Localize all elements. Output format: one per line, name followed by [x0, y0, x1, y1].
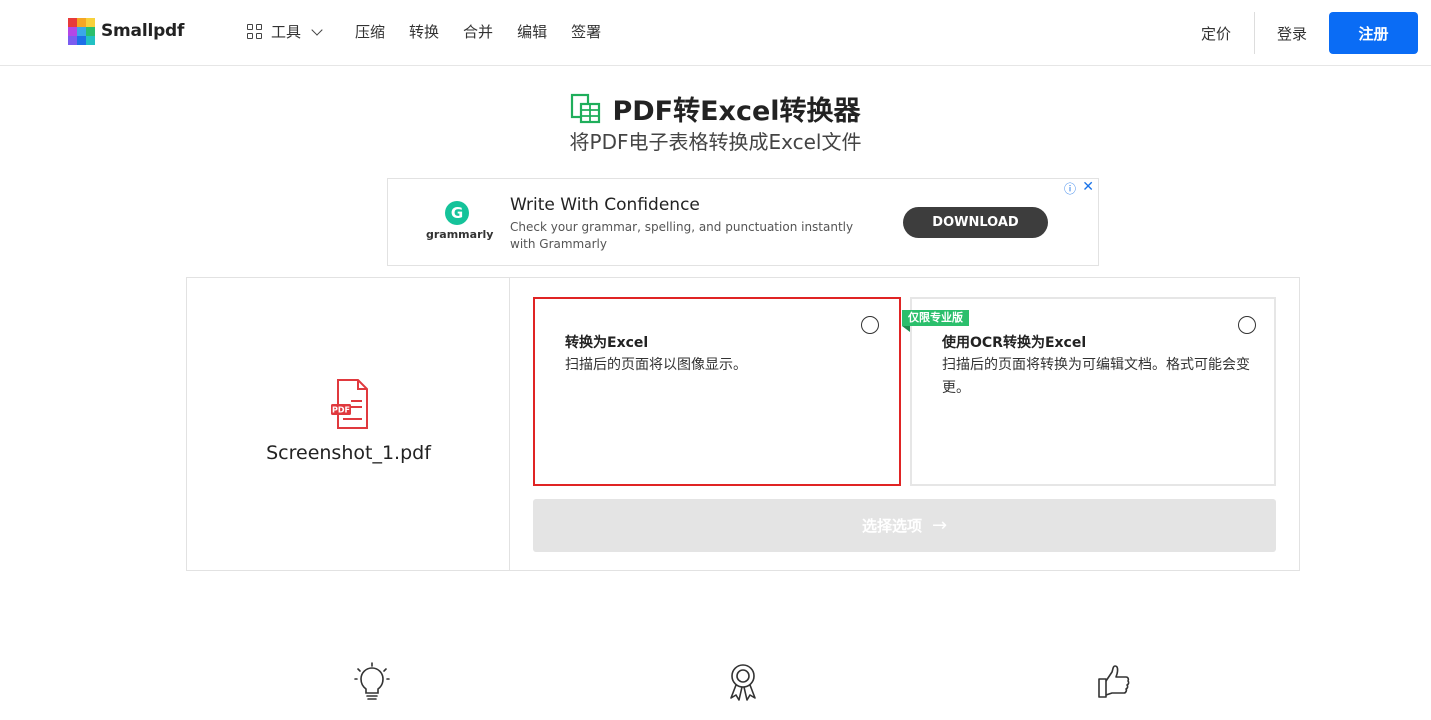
page-heading: PDF转Excel转换器 — [0, 89, 1431, 128]
nav-sign[interactable]: 签署 — [571, 21, 601, 42]
ad-text: Check your grammar, spelling, and punctu… — [510, 220, 854, 251]
tools-menu[interactable]: 工具 — [247, 21, 323, 42]
smallpdf-logo[interactable]: Smallpdf — [68, 17, 184, 45]
grammarly-g-icon: G — [445, 201, 469, 225]
option-convert-excel[interactable]: 转换为Excel 扫描后的页面将以图像显示。 — [533, 297, 901, 486]
chevron-down-icon — [311, 23, 323, 36]
thumbs-up-icon — [1098, 665, 1130, 698]
ad-info-icon[interactable]: ⓘ — [1064, 180, 1076, 197]
main-nav: 工具 压缩 转换 合并 编辑 签署 — [247, 21, 625, 42]
logo-mark-icon — [68, 17, 95, 45]
ad-close-icon[interactable]: ✕ — [1082, 179, 1094, 195]
option-ocr-excel[interactable]: 仅限专业版 使用OCR转换为Excel 扫描后的页面将转换为可编辑文档。格式可能… — [902, 297, 1276, 486]
file-name: Screenshot_1.pdf — [266, 442, 431, 464]
option-description: 扫描后的页面将以图像显示。 — [565, 357, 747, 373]
signup-button[interactable]: 注册 — [1329, 12, 1418, 54]
option-description: 扫描后的页面将转换为可编辑文档。格式可能会变更。 — [942, 357, 1250, 396]
pdf-file-icon: PDF — [331, 379, 368, 429]
lightbulb-icon — [354, 662, 390, 700]
option-title: 使用OCR转换为Excel — [942, 335, 1087, 351]
top-nav-bar: Smallpdf 工具 压缩 转换 合并 编辑 签署 定价 登录 注册 — [0, 0, 1431, 66]
award-ribbon-icon — [730, 664, 756, 701]
pdf-icon-label: PDF — [332, 406, 350, 415]
nav-convert[interactable]: 转换 — [409, 21, 439, 42]
converter-panel: PDF Screenshot_1.pdf 转换为Excel 扫描后的页面将以图像… — [186, 277, 1300, 571]
badge-fold — [902, 326, 910, 332]
choose-option-label: 选择选项 — [861, 517, 922, 535]
tools-label: 工具 — [271, 23, 302, 41]
logo-text: Smallpdf — [101, 21, 185, 41]
header-actions: 定价 登录 注册 — [1201, 12, 1418, 54]
page-subtitle: 将PDF电子表格转换成Excel文件 — [569, 130, 862, 154]
arrow-right-icon: → — [931, 515, 948, 536]
ad-brand: grammarly — [426, 228, 494, 241]
choose-option-button[interactable]: 选择选项 → — [533, 499, 1276, 552]
ad-download-button[interactable]: DOWNLOAD — [903, 207, 1048, 238]
file-preview: PDF Screenshot_1.pdf — [187, 278, 510, 570]
header-divider — [1253, 12, 1255, 54]
page: Smallpdf 工具 压缩 转换 合并 编辑 签署 定价 登录 注册 PDF转… — [0, 0, 1431, 720]
pricing-link[interactable]: 定价 — [1201, 23, 1231, 44]
option-title: 转换为Excel — [565, 335, 649, 351]
nav-edit[interactable]: 编辑 — [517, 21, 547, 42]
login-link[interactable]: 登录 — [1277, 23, 1307, 44]
page-title: PDF转Excel转换器 — [612, 96, 861, 127]
pro-only-badge: 仅限专业版 — [902, 310, 969, 326]
grammarly-logo: G grammarly — [426, 201, 494, 241]
radio-convert-excel[interactable] — [861, 316, 879, 334]
grid-icon — [247, 23, 263, 40]
nav-merge[interactable]: 合并 — [463, 21, 493, 42]
ad-title: Write With Confidence — [510, 195, 700, 215]
nav-compress[interactable]: 压缩 — [355, 21, 385, 42]
excel-tool-icon — [571, 93, 601, 123]
radio-ocr-excel[interactable] — [1238, 316, 1256, 334]
ad-banner[interactable]: G grammarly Write With Confidence Check … — [387, 178, 1099, 266]
